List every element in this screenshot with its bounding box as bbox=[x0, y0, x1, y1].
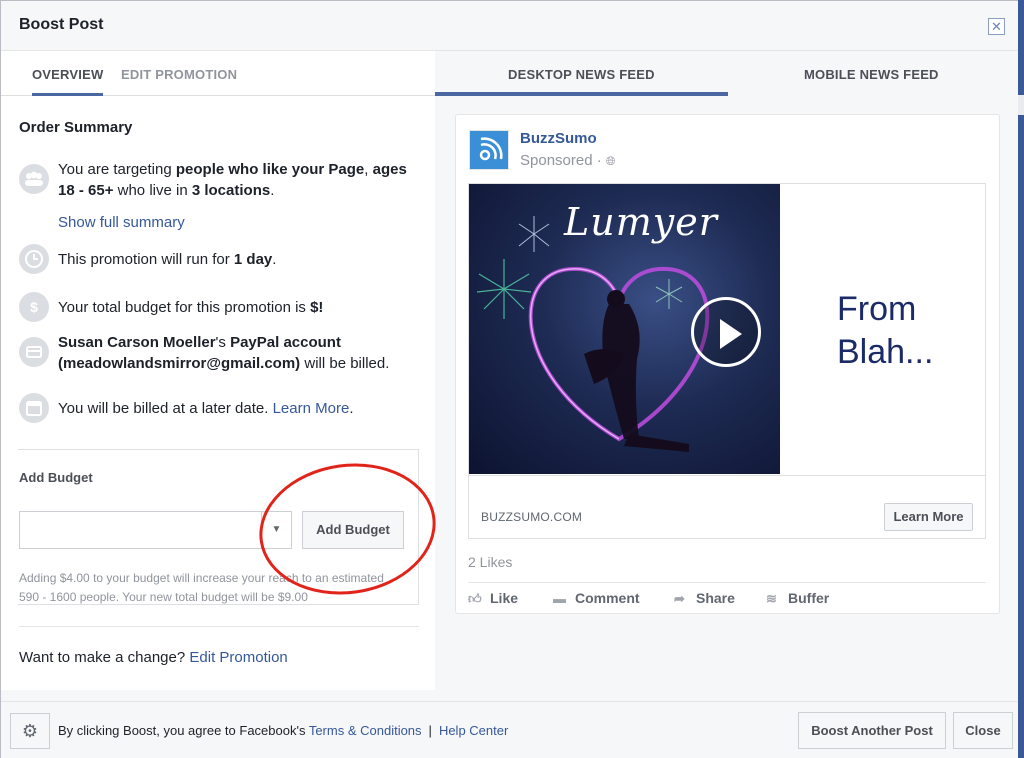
chevron-down-icon[interactable]: ▼ bbox=[261, 512, 291, 548]
globe-icon: 🌐︎ bbox=[605, 154, 616, 168]
video-thumbnail[interactable]: Lumyer bbox=[469, 184, 780, 474]
thumbs-up-icon: 👍︎ bbox=[468, 591, 482, 606]
show-full-summary-link[interactable]: Show full summary bbox=[58, 212, 428, 233]
order-summary-title: Order Summary bbox=[19, 119, 133, 136]
change-text: Want to make a change? bbox=[19, 649, 190, 666]
ad-media: Lumyer From Blah... BUZZSUMO.COM Learn M… bbox=[468, 183, 986, 539]
help-center-link[interactable]: Help Center bbox=[439, 723, 508, 738]
tab-edit-promotion[interactable]: EDIT PROMOTION bbox=[121, 67, 237, 82]
play-icon[interactable] bbox=[691, 297, 761, 367]
panel-divider bbox=[19, 626, 419, 627]
video-title: Lumyer bbox=[564, 200, 718, 244]
card-divider bbox=[468, 582, 986, 583]
payment-email: (meadowlandsmirror@gmail.com) bbox=[58, 355, 301, 372]
targeting-mid-text: who live in bbox=[113, 182, 192, 199]
dialog-title: Boost Post bbox=[19, 16, 104, 33]
ad-headline: From Blah... bbox=[837, 288, 933, 374]
like-label: Like bbox=[490, 590, 519, 606]
payer-name: Susan Carson Moeller bbox=[58, 334, 216, 351]
dollar-icon: $ bbox=[19, 292, 49, 322]
buffer-icon: ≋ bbox=[766, 591, 777, 606]
budget-value: $! bbox=[310, 299, 324, 316]
tab-overview[interactable]: OVERVIEW bbox=[32, 67, 103, 82]
dialog-header: Boost Post ✕ bbox=[1, 1, 1019, 51]
buffer-label: Buffer bbox=[788, 590, 830, 606]
sponsored-text: Sponsored · bbox=[520, 152, 606, 169]
billing-text: You will be billed at a later date. bbox=[58, 400, 273, 417]
clock-icon bbox=[19, 244, 49, 274]
learn-more-link[interactable]: Learn More bbox=[273, 400, 350, 417]
learn-more-button[interactable]: Learn More bbox=[884, 503, 973, 531]
terms-link[interactable]: Terms & Conditions bbox=[309, 723, 422, 738]
people-icon bbox=[19, 164, 49, 194]
sponsored-label: Sponsored · 🌐︎ bbox=[520, 152, 616, 169]
targeting-comma: , bbox=[364, 161, 373, 178]
like-button[interactable]: 👍︎ Like bbox=[468, 590, 518, 607]
comment-icon: ▬ bbox=[553, 591, 566, 606]
order-summary-panel: Order Summary You are targeting people w… bbox=[1, 96, 435, 690]
comment-label: Comment bbox=[575, 590, 640, 606]
targeting-locations: 3 locations bbox=[191, 182, 271, 199]
change-row: Want to make a change? Edit Promotion bbox=[19, 649, 288, 666]
close-icon[interactable]: ✕ bbox=[988, 18, 1005, 35]
comment-button[interactable]: ▬ Comment bbox=[553, 590, 640, 606]
targeting-end: . bbox=[270, 182, 275, 199]
share-icon: ➦ bbox=[674, 591, 685, 606]
ad-domain: BUZZSUMO.COM bbox=[481, 510, 583, 524]
footer-text: By clicking Boost, you agree to Facebook… bbox=[58, 723, 508, 738]
add-budget-button[interactable]: Add Budget bbox=[302, 511, 404, 549]
add-budget-label: Add Budget bbox=[19, 470, 93, 485]
post-actions: 👍︎ Like ▬ Comment ➦ Share ≋ Buffer bbox=[468, 590, 986, 610]
background-strip bbox=[1018, 0, 1024, 758]
budget-select[interactable]: ▼ bbox=[19, 511, 292, 549]
likes-count[interactable]: 2 Likes bbox=[468, 554, 512, 570]
duration-text: This promotion will run for bbox=[58, 251, 234, 268]
add-budget-box: Add Budget ▼ Add Budget Adding $4.00 to … bbox=[18, 449, 419, 605]
active-preview-tab-indicator bbox=[435, 92, 728, 96]
dialog-footer: ⚙ By clicking Boost, you agree to Facebo… bbox=[1, 701, 1019, 758]
ad-preview-card: BuzzSumo Sponsored · 🌐︎ Lumyer From Blah… bbox=[455, 114, 1000, 614]
calendar-icon bbox=[19, 393, 49, 423]
footer-separator: | bbox=[428, 723, 432, 738]
budget-text: Your total budget for this promotion is bbox=[58, 299, 311, 316]
footer-agreement-text: By clicking Boost, you agree to Facebook… bbox=[58, 723, 309, 738]
gear-icon[interactable]: ⚙ bbox=[10, 713, 50, 749]
close-button[interactable]: Close bbox=[953, 712, 1013, 749]
boost-post-dialog: Boost Post ✕ OVERVIEW EDIT PROMOTION DES… bbox=[0, 0, 1019, 758]
share-label: Share bbox=[696, 590, 735, 606]
ad-headline-line1: From bbox=[837, 290, 917, 328]
payer-possessive: 's bbox=[215, 334, 231, 351]
card-icon bbox=[19, 337, 49, 367]
ad-link-footer[interactable]: BUZZSUMO.COM Learn More bbox=[469, 475, 985, 538]
share-button[interactable]: ➦ Share bbox=[674, 590, 735, 607]
ad-headline-line2: Blah... bbox=[837, 333, 934, 371]
targeting-audience: people who like your Page bbox=[175, 161, 365, 178]
summary-tabs: OVERVIEW EDIT PROMOTION bbox=[1, 51, 435, 96]
tab-mobile-news-feed[interactable]: MOBILE NEWS FEED bbox=[804, 67, 939, 82]
tab-desktop-news-feed[interactable]: DESKTOP NEWS FEED bbox=[508, 67, 655, 82]
duration-value: 1 day bbox=[233, 251, 273, 268]
budget-note-line2: 590 - 1600 people. Your new total budget… bbox=[19, 590, 308, 604]
preview-tabs: DESKTOP NEWS FEED MOBILE NEWS FEED bbox=[435, 51, 1019, 96]
payment-account: PayPal account bbox=[230, 334, 341, 351]
targeting-text: You are targeting bbox=[58, 161, 176, 178]
buffer-button[interactable]: ≋ Buffer bbox=[766, 590, 829, 607]
budget-note: Adding $4.00 to your budget will increas… bbox=[19, 569, 419, 607]
buzzsumo-logo[interactable] bbox=[469, 130, 509, 170]
edit-promotion-link[interactable]: Edit Promotion bbox=[189, 649, 287, 666]
duration-end: . bbox=[272, 251, 277, 268]
billing-end: . bbox=[349, 400, 354, 417]
page-name-link[interactable]: BuzzSumo bbox=[520, 130, 597, 147]
budget-note-line1: Adding $4.00 to your budget will increas… bbox=[19, 571, 384, 585]
boost-another-post-button[interactable]: Boost Another Post bbox=[798, 712, 946, 749]
payment-end: will be billed. bbox=[300, 355, 390, 372]
